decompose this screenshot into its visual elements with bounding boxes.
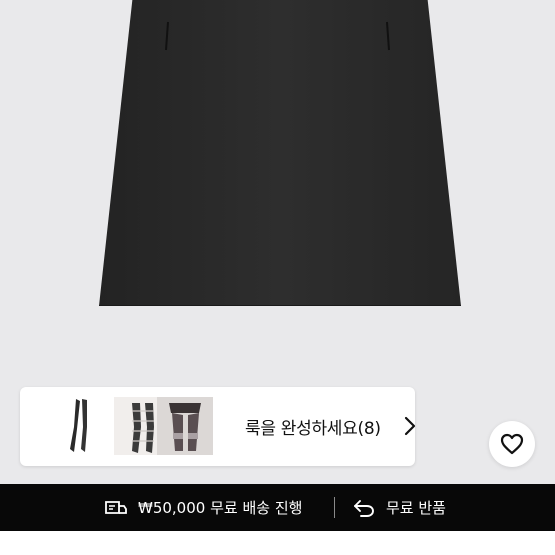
wishlist-button[interactable] [489,421,535,467]
complete-the-look-card[interactable]: 룩을 완성하세요(8) [20,387,416,466]
free-return-info: 무료 반품 [352,484,446,531]
black-mini-skirt-image [99,0,461,306]
delivery-truck-icon [105,500,127,514]
free-return-text: 무료 반품 [386,499,446,517]
look-thumbnail-black-tights[interactable] [50,397,106,455]
bottom-strip [0,531,555,555]
complete-the-look-label: 룩을 완성하세요(8) [245,419,381,439]
chevron-right-icon [404,416,416,436]
heart-icon [500,433,524,455]
free-shipping-info: ₩50,000 무료 배송 진행 [104,484,302,531]
benefits-bar: ₩50,000 무료 배송 진행 무료 반품 [0,484,555,531]
bar-divider [334,497,335,518]
free-shipping-text: ₩50,000 무료 배송 진행 [138,499,303,517]
look-thumbnail-garter-tights[interactable] [157,397,213,455]
return-arrow-icon [354,499,374,517]
